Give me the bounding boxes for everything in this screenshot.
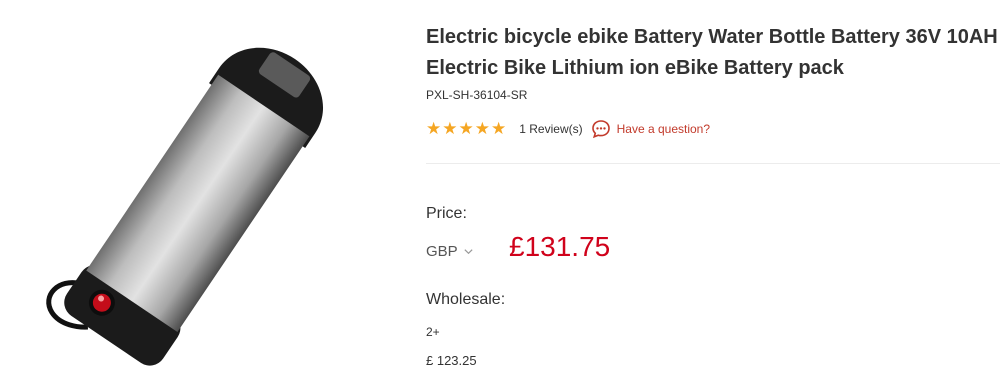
wholesale-tier-price: £ 123.25 bbox=[426, 353, 477, 368]
currency-code: GBP bbox=[426, 243, 458, 260]
chat-question-icon bbox=[591, 120, 610, 139]
star-rating[interactable]: ★ ★ ★ ★ ★ bbox=[426, 119, 506, 139]
price-label: Price: bbox=[426, 205, 467, 222]
star-icon: ★ bbox=[474, 119, 490, 138]
wholesale-tier-qty: 2+ bbox=[426, 325, 440, 339]
star-icon: ★ bbox=[491, 119, 507, 138]
product-price: £131.75 bbox=[509, 231, 611, 262]
have-a-question-link[interactable]: Have a question? bbox=[591, 119, 710, 139]
rating-row: ★ ★ ★ ★ ★ 1 Review(s) Have a question? bbox=[426, 119, 710, 139]
product-title: Electric bicycle ebike Battery Water Bot… bbox=[426, 26, 998, 79]
chevron-down-icon bbox=[464, 249, 473, 255]
product-details: Electric bicycle ebike Battery Water Bot… bbox=[426, 0, 1000, 387]
wholesale-label: Wholesale: bbox=[426, 291, 506, 308]
product-image[interactable] bbox=[0, 0, 390, 387]
star-icon: ★ bbox=[442, 119, 458, 138]
divider bbox=[426, 163, 1000, 164]
star-icon: ★ bbox=[426, 119, 442, 138]
currency-selector[interactable]: GBP bbox=[426, 243, 474, 260]
star-icon: ★ bbox=[458, 119, 474, 138]
product-sku: PXL-SH-36104-SR bbox=[426, 88, 528, 102]
have-a-question-label: Have a question? bbox=[616, 122, 711, 136]
reviews-link[interactable]: 1 Review(s) bbox=[519, 122, 582, 136]
